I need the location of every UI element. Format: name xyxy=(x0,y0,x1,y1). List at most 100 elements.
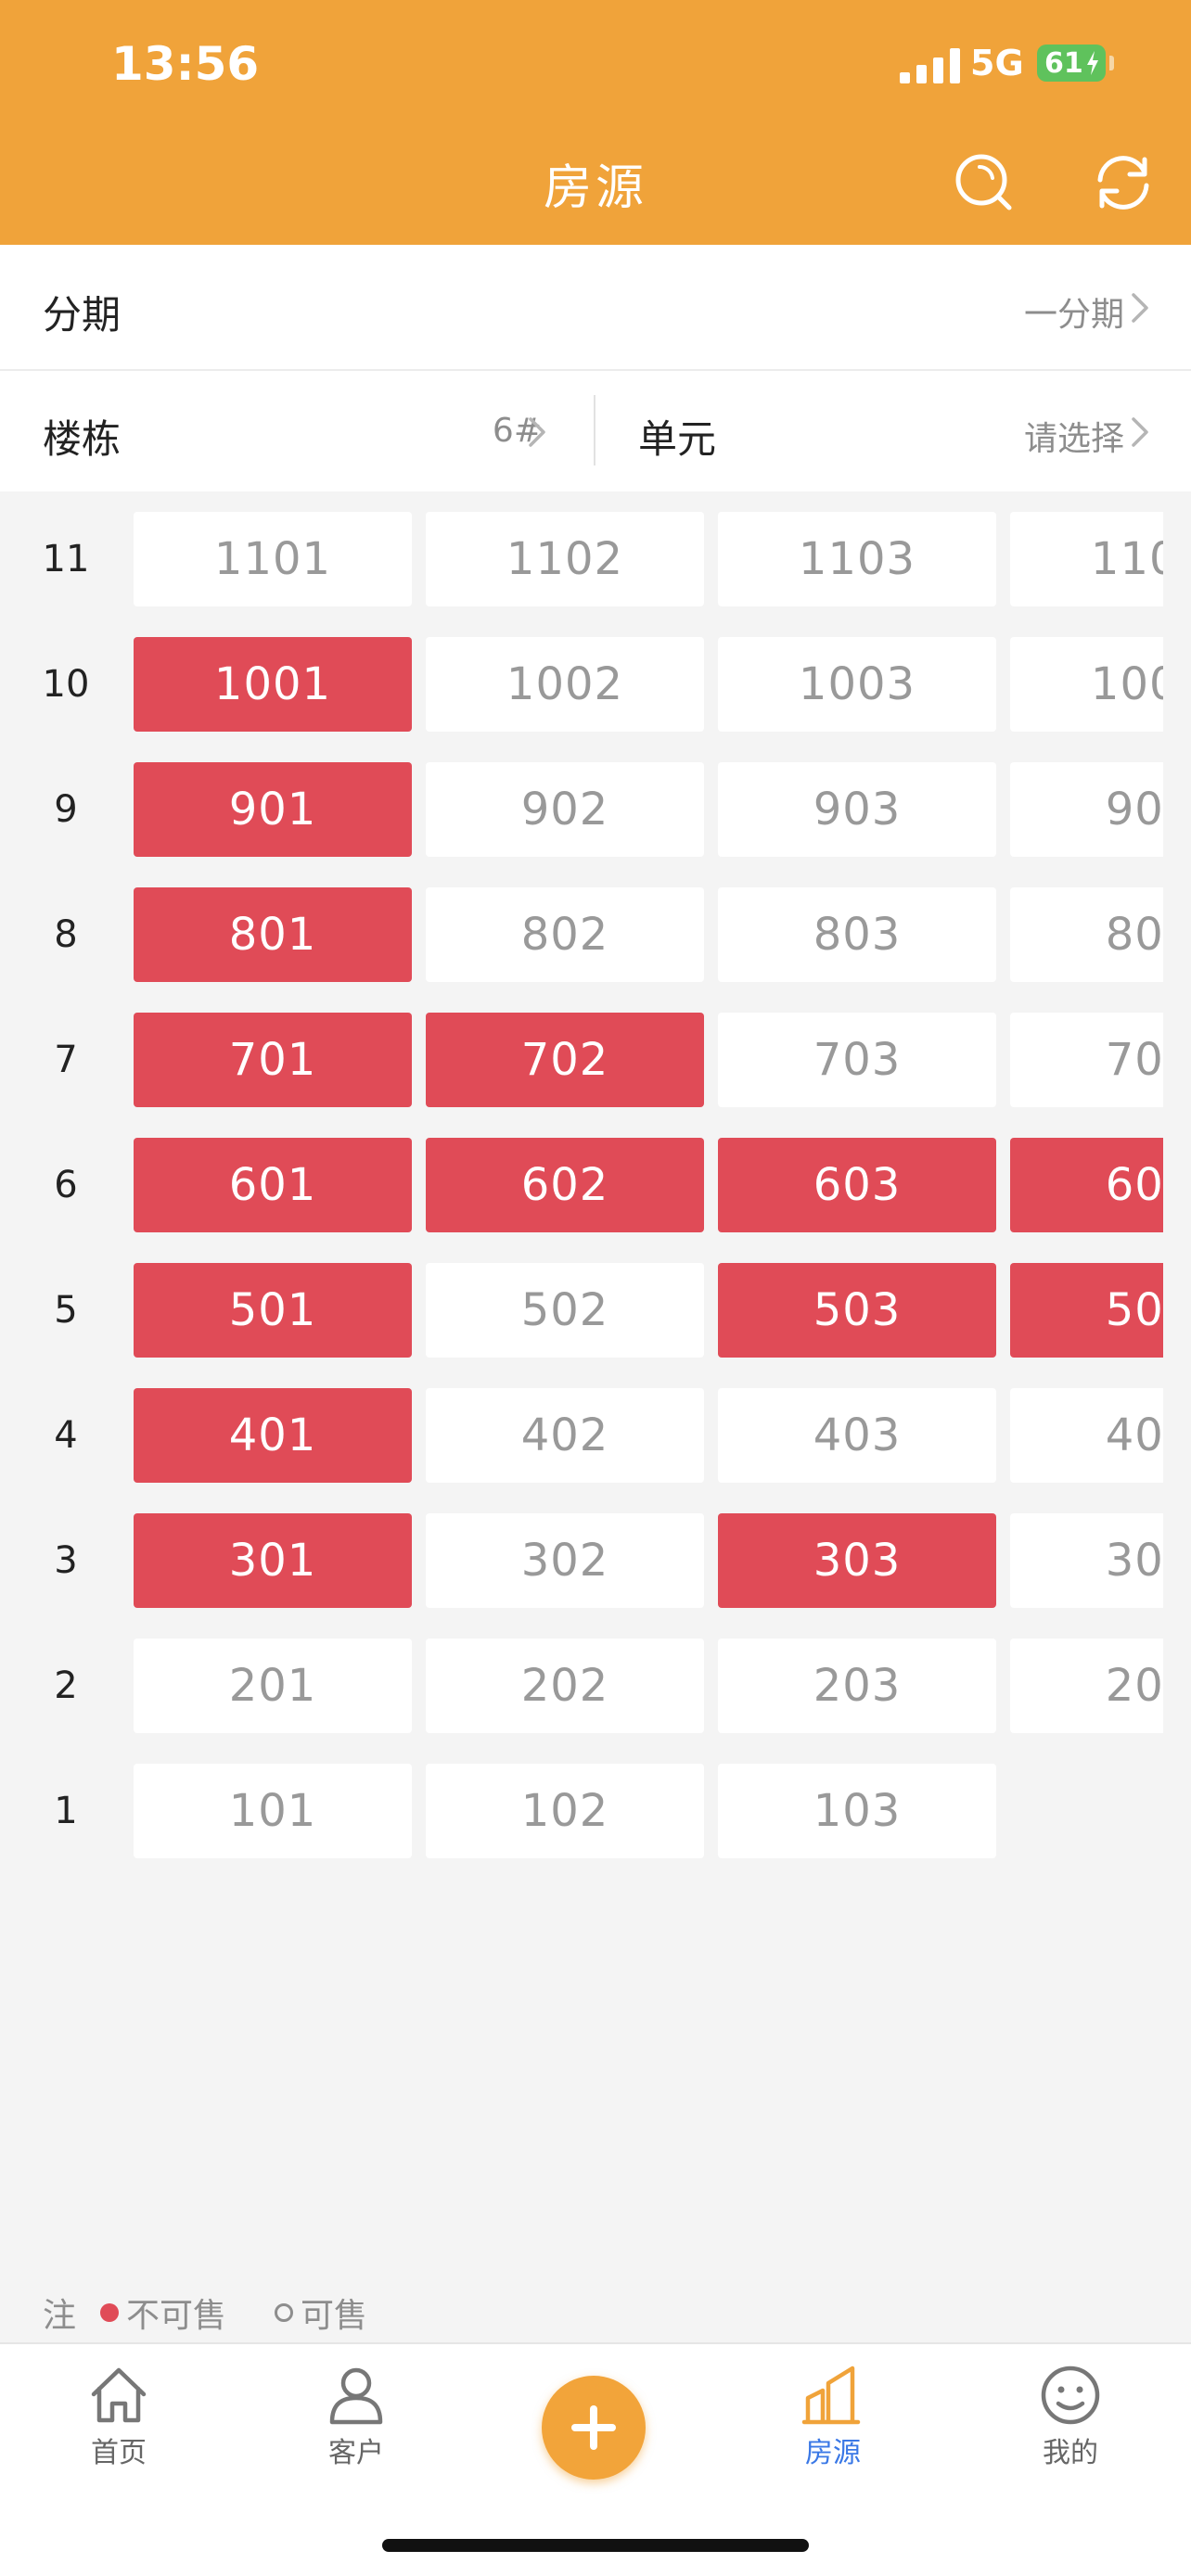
room-grid: 1111011102110311041010011002100310049901… xyxy=(0,508,1163,1871)
chevron-right-icon xyxy=(1132,293,1148,323)
floor-label: 2 xyxy=(54,1664,78,1707)
tab-customers[interactable]: 客户 xyxy=(263,2363,449,2470)
room-cell[interactable]: 803 xyxy=(718,887,996,982)
unit-label: 单元 xyxy=(638,416,717,462)
room-cell[interactable]: 1002 xyxy=(426,637,704,732)
legend-available: 可售 xyxy=(301,2297,368,2335)
refresh-button[interactable] xyxy=(1091,150,1156,215)
floor-label: 5 xyxy=(54,1289,78,1332)
smiley-icon xyxy=(1041,2366,1100,2425)
tab-listings[interactable]: 房源 xyxy=(740,2363,926,2470)
phase-selector[interactable]: 分期 一分期 xyxy=(0,245,1191,369)
room-cell[interactable]: 903 xyxy=(718,762,996,857)
room-cell[interactable]: 1104 xyxy=(1010,512,1163,606)
floor-label: 1 xyxy=(54,1790,78,1832)
room-cell[interactable]: 603 xyxy=(718,1138,996,1232)
unit-selector[interactable]: 单元 请选择 xyxy=(596,371,1191,491)
room-cell[interactable]: 1004 xyxy=(1010,637,1163,732)
room-cell[interactable]: 902 xyxy=(426,762,704,857)
floor-label: 8 xyxy=(54,913,78,956)
legend-unavailable: 不可售 xyxy=(126,2297,227,2335)
room-cell[interactable]: 802 xyxy=(426,887,704,982)
floor-label: 4 xyxy=(54,1414,78,1457)
tab-listings-label: 房源 xyxy=(805,2437,861,2469)
search-icon xyxy=(955,154,1012,210)
phase-value: 一分期 xyxy=(1023,296,1124,334)
room-cell[interactable]: 604 xyxy=(1010,1138,1163,1232)
tab-profile[interactable]: 我的 xyxy=(978,2363,1163,2470)
header: 13:56 5G 61 房源 xyxy=(0,0,1191,245)
battery-tip xyxy=(1109,56,1114,70)
home-icon xyxy=(91,2367,147,2423)
room-cell[interactable]: 502 xyxy=(426,1263,704,1358)
floor-label: 9 xyxy=(54,788,78,831)
refresh-icon xyxy=(1097,156,1149,210)
tab-customers-label: 客户 xyxy=(328,2437,384,2469)
room-cell[interactable]: 504 xyxy=(1010,1263,1163,1358)
room-cell[interactable]: 904 xyxy=(1010,762,1163,857)
room-cell[interactable]: 801 xyxy=(134,887,412,982)
room-cell[interactable]: 901 xyxy=(134,762,412,857)
person-icon xyxy=(329,2367,383,2425)
room-cell[interactable]: 201 xyxy=(134,1639,412,1733)
status-time: 13:56 xyxy=(111,37,260,91)
floor-label: 11 xyxy=(42,538,90,580)
room-cell[interactable]: 404 xyxy=(1010,1388,1163,1483)
room-cell[interactable]: 804 xyxy=(1010,887,1163,982)
room-cell[interactable]: 503 xyxy=(718,1263,996,1358)
room-cell[interactable]: 1003 xyxy=(718,637,996,732)
room-cell[interactable]: 402 xyxy=(426,1388,704,1483)
room-cell[interactable]: 703 xyxy=(718,1013,996,1107)
room-cell[interactable]: 602 xyxy=(426,1138,704,1232)
room-cell[interactable]: 702 xyxy=(426,1013,704,1107)
room-cell[interactable]: 302 xyxy=(426,1513,704,1608)
room-cell[interactable]: 1102 xyxy=(426,512,704,606)
room-cell[interactable]: 1101 xyxy=(134,512,412,606)
vertical-divider xyxy=(594,395,596,465)
search-button[interactable] xyxy=(952,150,1017,215)
floor-label: 6 xyxy=(54,1164,78,1206)
room-cell[interactable]: 204 xyxy=(1010,1639,1163,1733)
floor-label: 7 xyxy=(54,1039,78,1081)
room-cell[interactable]: 403 xyxy=(718,1388,996,1483)
room-cell[interactable]: 304 xyxy=(1010,1513,1163,1608)
floor-label: 3 xyxy=(54,1539,78,1582)
buildings-icon xyxy=(801,2366,861,2425)
room-cell[interactable]: 1001 xyxy=(134,637,412,732)
plus-icon xyxy=(571,2405,616,2450)
room-cell[interactable]: 704 xyxy=(1010,1013,1163,1107)
room-cell[interactable]: 103 xyxy=(718,1764,996,1858)
room-cell[interactable]: 701 xyxy=(134,1013,412,1107)
tab-home-label: 首页 xyxy=(91,2437,147,2469)
add-button[interactable] xyxy=(542,2376,646,2480)
building-selector[interactable]: 楼栋 6# xyxy=(0,371,594,491)
room-cell[interactable]: 101 xyxy=(134,1764,412,1858)
battery-icon: 61 xyxy=(1037,45,1106,82)
room-cell[interactable]: 202 xyxy=(426,1639,704,1733)
building-label: 楼栋 xyxy=(43,416,122,462)
phase-label: 分期 xyxy=(43,292,122,338)
floor-label: 10 xyxy=(42,663,90,706)
room-cell[interactable]: 1103 xyxy=(718,512,996,606)
tab-home[interactable]: 首页 xyxy=(26,2363,211,2470)
signal-icon xyxy=(900,48,961,83)
legend-prefix: 注 xyxy=(43,2297,77,2335)
building-unit-row: 楼栋 6# 单元 请选择 xyxy=(0,371,1191,491)
chevron-right-icon xyxy=(1132,417,1148,447)
unit-value: 请选择 xyxy=(1023,420,1124,458)
room-cell[interactable]: 203 xyxy=(718,1639,996,1733)
room-cell[interactable]: 601 xyxy=(134,1138,412,1232)
home-indicator xyxy=(382,2539,809,2552)
chevron-right-icon xyxy=(529,417,545,447)
room-cell[interactable]: 401 xyxy=(134,1388,412,1483)
room-cell[interactable]: 301 xyxy=(134,1513,412,1608)
room-cell[interactable]: 501 xyxy=(134,1263,412,1358)
legend: 注 不可售 可售 xyxy=(43,2289,367,2337)
battery-level: 61 xyxy=(1044,46,1083,80)
unavailable-dot xyxy=(100,2303,120,2322)
available-dot xyxy=(275,2303,294,2322)
room-cell[interactable]: 102 xyxy=(426,1764,704,1858)
network-type: 5G xyxy=(970,43,1024,83)
tab-profile-label: 我的 xyxy=(1043,2437,1098,2469)
room-cell[interactable]: 303 xyxy=(718,1513,996,1608)
